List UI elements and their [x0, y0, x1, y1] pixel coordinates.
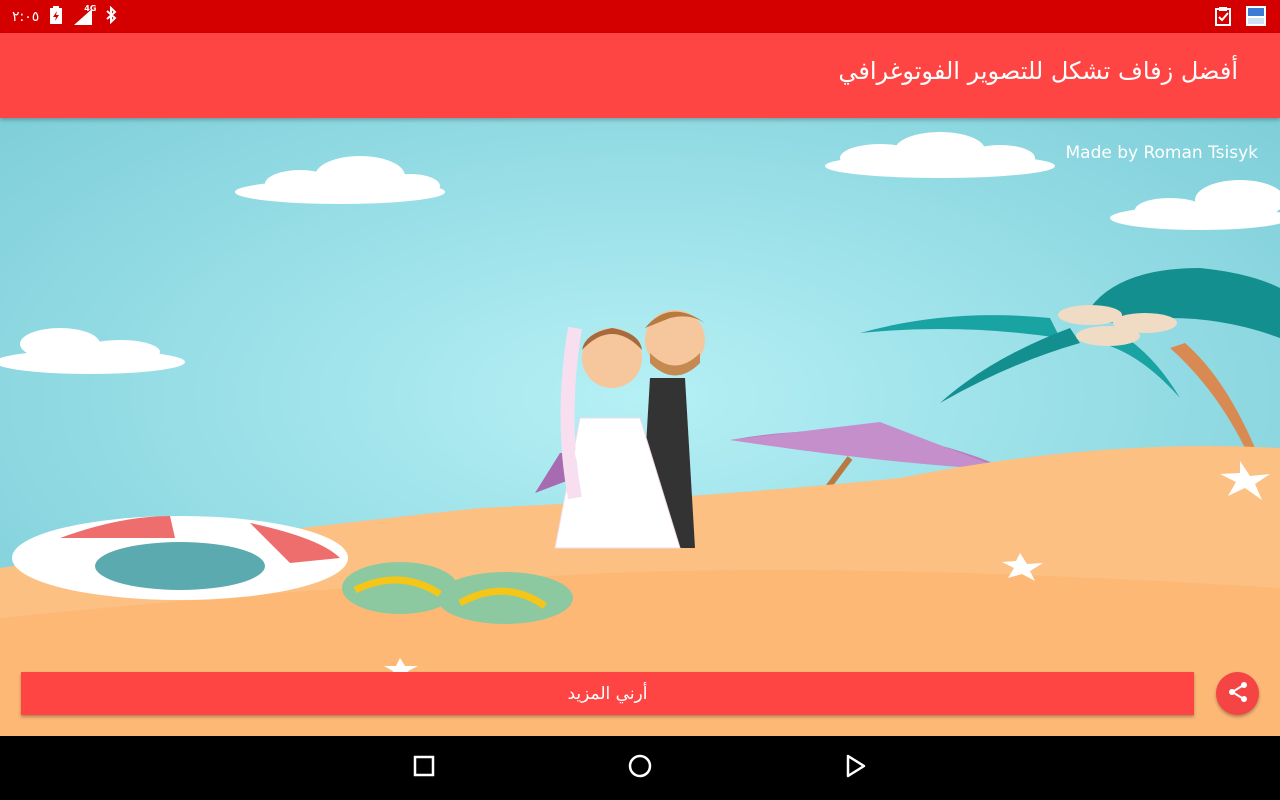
network-type: 4G	[84, 4, 97, 13]
back-triangle-icon	[844, 753, 868, 783]
signal-icon: 4G	[73, 4, 96, 26]
status-bar: ٢:٠٥ 4G	[0, 0, 1280, 33]
beach-scene-image	[0, 118, 1280, 736]
page-title: أفضل زفاف تشكل للتصوير الفوتوغرافي	[838, 57, 1238, 85]
bluetooth-icon	[105, 5, 117, 28]
wedding-beach-illustration: Made by Roman Tsisyk	[0, 118, 1280, 736]
home-circle-icon	[627, 753, 653, 783]
share-button[interactable]	[1216, 672, 1259, 715]
share-icon	[1226, 680, 1250, 708]
navigation-bar	[0, 736, 1280, 800]
app-bar: أفضل زفاف تشكل للتصوير الفوتوغرافي	[0, 33, 1280, 118]
recents-square-icon	[412, 754, 436, 782]
credit-text: Made by Roman Tsisyk	[1065, 143, 1258, 163]
life-ring	[12, 516, 348, 600]
battery-charging-icon	[49, 6, 63, 28]
home-button[interactable]	[622, 750, 658, 786]
clipboard-check-icon	[1214, 6, 1232, 30]
bride-and-groom	[554, 310, 705, 549]
show-more-button[interactable]: أرني المزيد	[21, 672, 1194, 715]
app-notification-icon	[1246, 6, 1266, 30]
back-button[interactable]	[838, 750, 874, 786]
recents-button[interactable]	[406, 750, 442, 786]
clock: ٢:٠٥	[12, 9, 40, 25]
